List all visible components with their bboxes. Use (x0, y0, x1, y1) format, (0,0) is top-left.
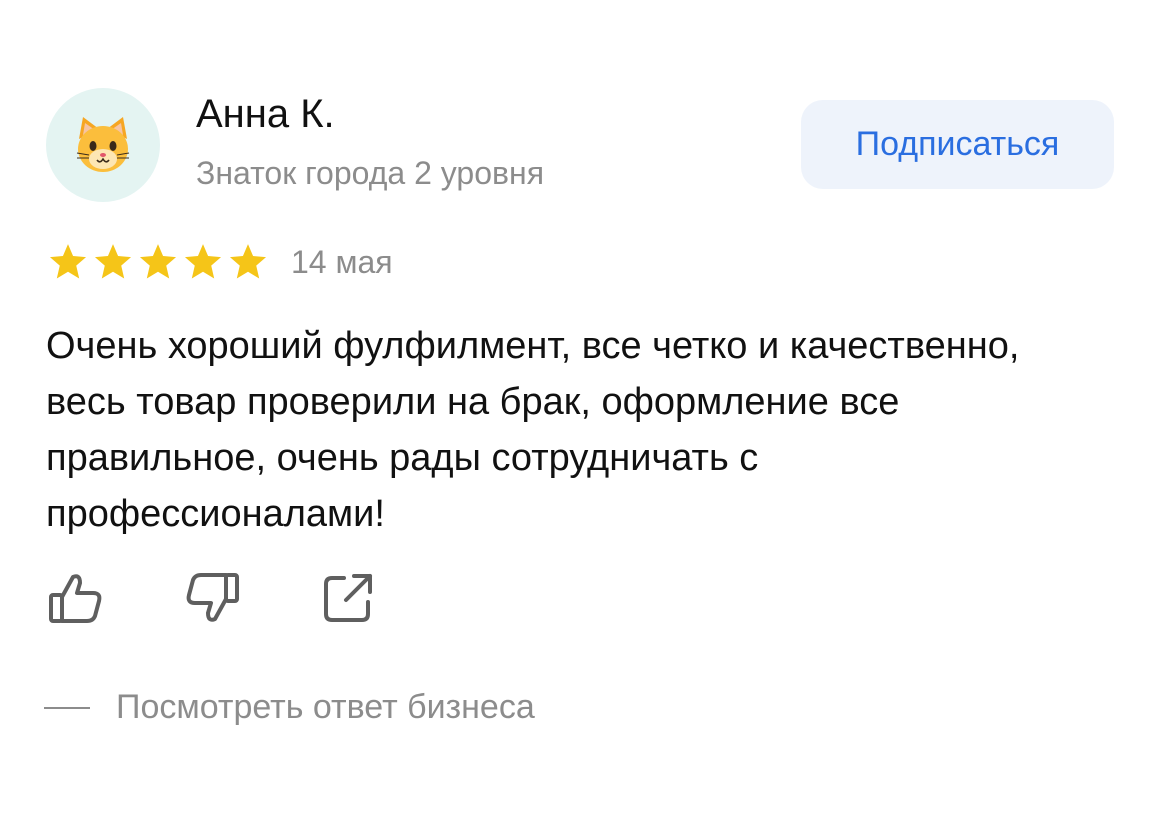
star-icon (136, 241, 180, 283)
review-date: 14 мая (291, 244, 393, 280)
star-icon (91, 241, 135, 283)
author-level: Знаток города 2 уровня (196, 155, 545, 191)
star-rating (46, 241, 270, 283)
author-name[interactable]: Анна К. (196, 92, 335, 137)
thumbs-up-icon (49, 574, 102, 623)
star-icon (181, 241, 225, 283)
star-icon (46, 241, 90, 283)
dislike-button[interactable] (182, 568, 242, 628)
star-icon (226, 241, 270, 283)
subscribe-button[interactable]: Подписаться (801, 100, 1114, 189)
business-reply-link[interactable]: Посмотреть ответ бизнеса (44, 688, 535, 727)
cat-face-emoji-icon (76, 117, 130, 172)
business-reply-label: Посмотреть ответ бизнеса (116, 688, 535, 726)
review-text: Очень хороший фулфилмент, все четко и ка… (46, 325, 1020, 535)
avatar[interactable] (46, 88, 160, 202)
thumbs-down-icon (186, 573, 239, 622)
like-button[interactable] (46, 568, 106, 628)
dash-divider (44, 706, 90, 709)
share-button[interactable] (318, 568, 378, 628)
share-icon (324, 574, 372, 622)
